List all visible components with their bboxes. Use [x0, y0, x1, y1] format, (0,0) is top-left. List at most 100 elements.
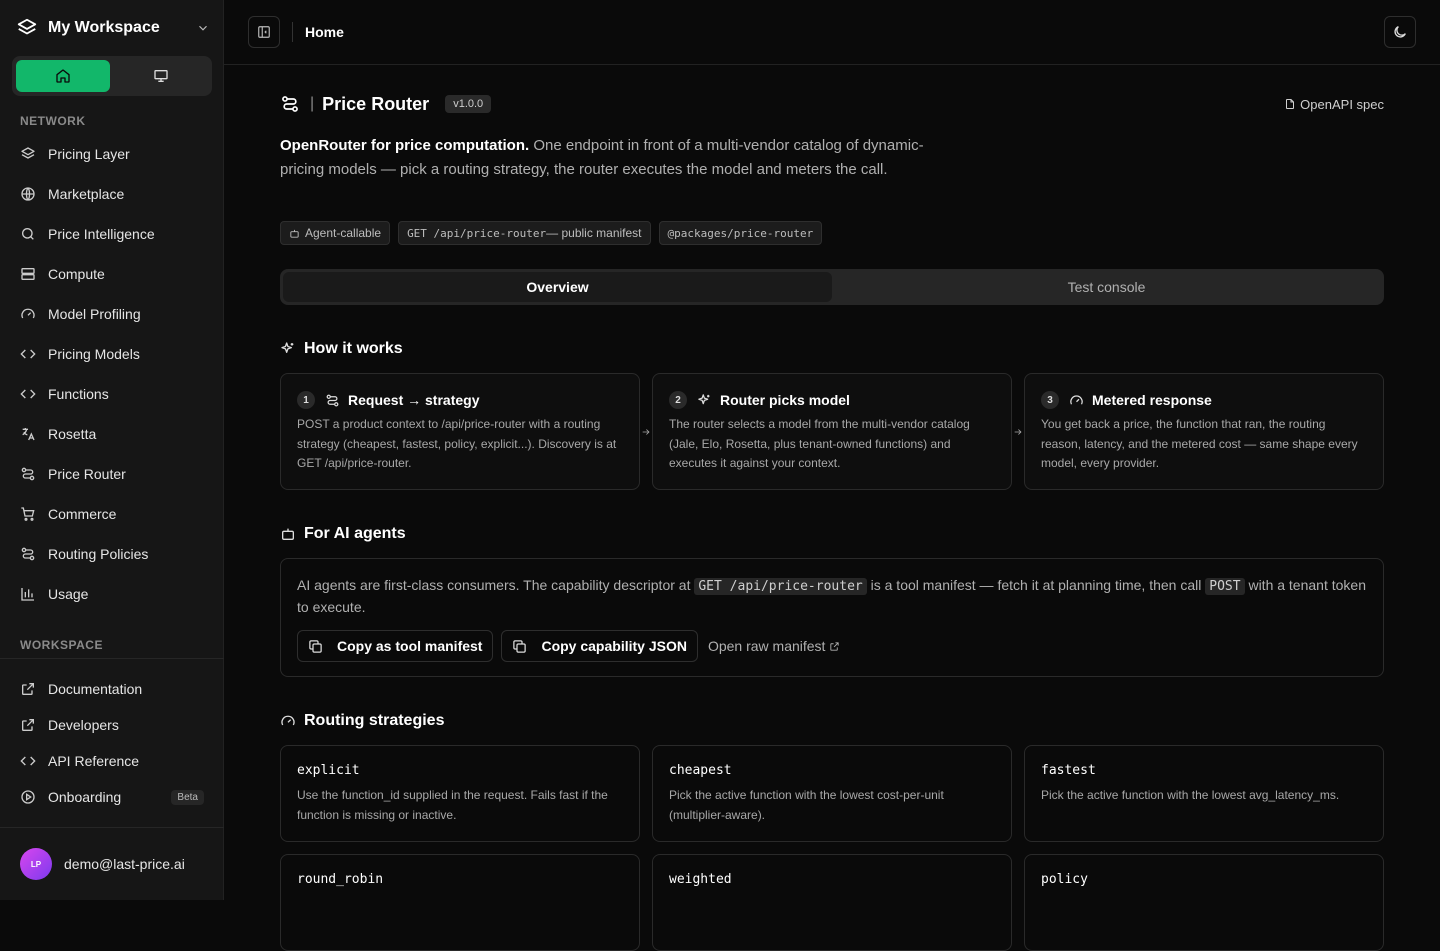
sidebar-item-rosetta[interactable]: Rosetta	[12, 414, 212, 454]
external-link-icon	[20, 717, 36, 733]
copy-icon	[308, 639, 337, 654]
button-label: Copy capability JSON	[541, 638, 687, 654]
strategy-name: weighted	[669, 872, 732, 887]
layers-icon	[20, 146, 36, 162]
sidebar-item-marketplace[interactable]: Marketplace	[12, 174, 212, 214]
sidebar-item-onboarding[interactable]: Onboarding Beta	[12, 779, 212, 815]
agent-callable-label: Agent-callable	[305, 226, 382, 240]
globe-icon	[20, 186, 36, 202]
sidebar-item-label: Price Intelligence	[48, 226, 155, 242]
user-menu[interactable]: LP demo@last-price.ai	[20, 848, 185, 880]
description-lead: OpenRouter for price computation.	[280, 137, 530, 154]
sidebar-item-compute[interactable]: Compute	[12, 254, 212, 294]
gauge-icon	[280, 713, 304, 729]
strategy-card-fastest[interactable]: fastest Pick the active function with th…	[1024, 745, 1384, 842]
workspace-section-label: WORKSPACE	[20, 638, 103, 652]
sidebar-item-label: Usage	[48, 586, 89, 602]
sparkles-icon	[280, 341, 304, 357]
sidebar-item-label: Pricing Layer	[48, 146, 130, 162]
ai-agents-heading: For AI agents	[280, 525, 406, 543]
chevron-down-icon	[196, 21, 210, 35]
network-section-label: NETWORK	[20, 114, 86, 128]
sidebar: My Workspace NETWORK Pricing Layer Marke…	[0, 0, 224, 900]
copy-icon	[512, 639, 541, 654]
arrow-right-icon	[640, 427, 652, 437]
strategy-card-round-robin[interactable]: round_robin	[280, 854, 640, 951]
workspace-switcher[interactable]: My Workspace	[16, 16, 210, 40]
manifest-tag: GET /api/price-router — public manifest	[398, 221, 651, 245]
home-view-button[interactable]	[16, 60, 110, 92]
strategy-card-cheapest[interactable]: cheapest Pick the active function with t…	[652, 745, 1012, 842]
sidebar-item-commerce[interactable]: Commerce	[12, 494, 212, 534]
sidebar-item-usage[interactable]: Usage	[12, 574, 212, 614]
layers-icon	[16, 17, 38, 39]
arrow-right-icon	[1012, 427, 1024, 437]
sidebar-toggle-button[interactable]	[248, 16, 280, 48]
view-switcher	[12, 56, 212, 96]
sidebar-item-label: Routing Policies	[48, 546, 149, 562]
beta-badge: Beta	[171, 789, 204, 805]
title-divider: |	[310, 95, 315, 112]
how-it-works-title: How it works	[304, 340, 403, 357]
page-title: Price Router	[322, 93, 430, 114]
inline-code: GET /api/price-router	[694, 578, 867, 595]
how-it-works-heading: How it works	[280, 340, 403, 358]
steps-row: 1 Request → strategy POST a product cont…	[280, 373, 1384, 490]
sidebar-item-model-profiling[interactable]: Model Profiling	[12, 294, 212, 334]
copy-capability-json-button[interactable]: Copy capability JSON	[501, 630, 698, 662]
open-raw-manifest-link[interactable]: Open raw manifest	[708, 638, 841, 654]
manifest-suffix: — public manifest	[546, 226, 642, 240]
topbar-separator	[292, 22, 293, 42]
workspace-nav: Documentation Developers API Reference O…	[12, 671, 212, 815]
file-code-icon	[1284, 98, 1300, 110]
sidebar-item-label: Developers	[48, 717, 119, 733]
version-badge: v1.0.0	[445, 95, 492, 113]
sidebar-item-label: Documentation	[48, 681, 143, 697]
link-label: Open raw manifest	[707, 638, 826, 654]
strategy-description: Pick the active function with the lowest…	[669, 788, 944, 822]
route-icon	[20, 546, 36, 562]
sidebar-item-documentation[interactable]: Documentation	[12, 671, 212, 707]
strategy-card-weighted[interactable]: weighted	[652, 854, 1012, 951]
manifest-code: GET /api/price-router	[407, 226, 547, 240]
strategy-description: Use the function_id supplied in the requ…	[297, 788, 608, 822]
strategy-name: policy	[1041, 872, 1088, 887]
package-name: @packages/price-router	[667, 226, 814, 240]
page-tabs: Overview Test console	[280, 269, 1384, 305]
step-number: 3	[1041, 391, 1059, 409]
sidebar-item-pricing-layer[interactable]: Pricing Layer	[12, 134, 212, 174]
sidebar-item-price-router[interactable]: Price Router	[12, 454, 212, 494]
sidebar-item-developers[interactable]: Developers	[12, 707, 212, 743]
sparkles-icon	[697, 393, 720, 408]
routing-strategies-heading: Routing strategies	[280, 712, 444, 730]
copy-tool-manifest-button[interactable]: Copy as tool manifest	[297, 630, 494, 662]
step-card: 1 Request → strategy POST a product cont…	[280, 373, 640, 490]
theme-toggle-button[interactable]	[1384, 16, 1416, 48]
openapi-spec-link[interactable]: OpenAPI spec	[1284, 97, 1384, 112]
tab-overview[interactable]: Overview	[283, 272, 832, 302]
route-icon	[20, 466, 36, 482]
play-circle-icon	[20, 789, 36, 805]
routing-strategies-title: Routing strategies	[304, 712, 445, 729]
external-link-icon	[825, 641, 840, 652]
sidebar-item-api-reference[interactable]: API Reference	[12, 743, 212, 779]
code-icon	[20, 753, 36, 769]
step-card: 3 Metered response You get back a price,…	[1024, 373, 1384, 490]
page-header: | Price Router v1.0.0 OpenAPI spec	[280, 93, 1384, 115]
translate-icon	[20, 426, 36, 442]
sidebar-item-functions[interactable]: Functions	[12, 374, 212, 414]
strategy-card-explicit[interactable]: explicit Use the function_id supplied in…	[280, 745, 640, 842]
inline-code: POST	[1205, 578, 1245, 595]
strategy-card-policy[interactable]: policy	[1024, 854, 1384, 951]
sidebar-item-label: Rosetta	[48, 426, 97, 442]
sidebar-item-pricing-models[interactable]: Pricing Models	[12, 334, 212, 374]
agent-callable-tag: Agent-callable	[280, 221, 391, 245]
external-link-icon	[20, 681, 36, 697]
tab-test-console[interactable]: Test console	[832, 272, 1381, 302]
sidebar-item-label: Model Profiling	[48, 306, 141, 322]
sidebar-item-price-intelligence[interactable]: Price Intelligence	[12, 214, 212, 254]
step-text: POST a product context to /api/price-rou…	[297, 417, 617, 470]
desktop-view-button[interactable]	[114, 60, 208, 92]
sidebar-item-label: Functions	[48, 386, 109, 402]
sidebar-item-routing-policies[interactable]: Routing Policies	[12, 534, 212, 574]
